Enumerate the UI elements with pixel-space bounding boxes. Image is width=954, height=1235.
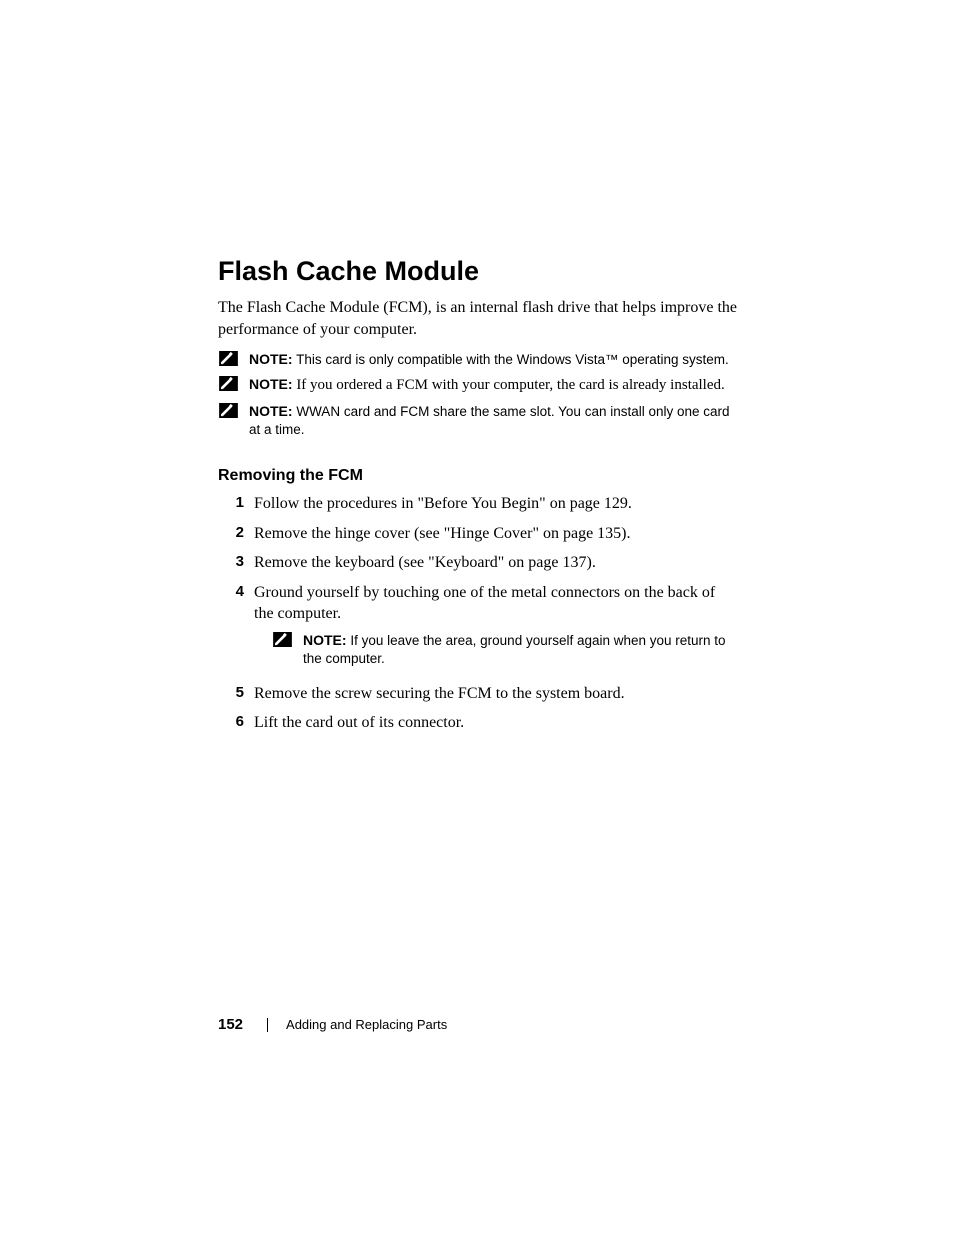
step-5: 5 Remove the screw securing the FCM to t…: [218, 683, 738, 705]
note-label: NOTE:: [249, 351, 293, 367]
step-4-subnote: NOTE: If you leave the area, ground your…: [272, 631, 738, 668]
step-4: 4 Ground yourself by touching one of the…: [218, 582, 738, 675]
step-number: 6: [218, 712, 244, 732]
note-label: NOTE:: [249, 376, 293, 392]
step-text: Remove the screw securing the FCM to the…: [254, 683, 738, 705]
step-number: 1: [218, 493, 244, 513]
pencil-icon: [272, 632, 293, 647]
step-6: 6 Lift the card out of its connector.: [218, 712, 738, 734]
step-1: 1 Follow the procedures in "Before You B…: [218, 493, 738, 515]
step-text: Ground yourself by touching one of the m…: [254, 584, 715, 623]
note-label: NOTE:: [249, 403, 293, 419]
step-number: 2: [218, 523, 244, 543]
step-2: 2 Remove the hinge cover (see "Hinge Cov…: [218, 523, 738, 545]
step-number: 4: [218, 582, 244, 602]
pencil-icon: [218, 351, 239, 366]
step-number: 5: [218, 683, 244, 703]
note-text: This card is only compatible with the Wi…: [296, 352, 729, 367]
step-text: Remove the hinge cover (see "Hinge Cover…: [254, 523, 738, 545]
note-2: NOTE: If you ordered a FCM with your com…: [218, 375, 738, 395]
page-number: 152: [218, 1016, 243, 1033]
step-number: 3: [218, 552, 244, 572]
step-text: Lift the card out of its connector.: [254, 712, 738, 734]
section-heading: Flash Cache Module: [218, 256, 738, 287]
note-text: If you ordered a FCM with your computer,…: [296, 377, 724, 393]
subsection-heading: Removing the FCM: [218, 467, 738, 485]
note-text: WWAN card and FCM share the same slot. Y…: [249, 404, 730, 437]
step-3: 3 Remove the keyboard (see "Keyboard" on…: [218, 552, 738, 574]
step-text: Remove the keyboard (see "Keyboard" on p…: [254, 552, 738, 574]
step-text: Follow the procedures in "Before You Beg…: [254, 493, 738, 515]
note-3: NOTE: WWAN card and FCM share the same s…: [218, 402, 738, 439]
footer-divider: [267, 1018, 268, 1032]
pencil-icon: [218, 376, 239, 391]
note-1: NOTE: This card is only compatible with …: [218, 350, 738, 369]
note-text: If you leave the area, ground yourself a…: [303, 633, 726, 666]
pencil-icon: [218, 403, 239, 418]
page-content: Flash Cache Module The Flash Cache Modul…: [218, 256, 738, 742]
footer-section-title: Adding and Replacing Parts: [286, 1017, 447, 1032]
note-label: NOTE:: [303, 632, 347, 648]
page-footer: 152 Adding and Replacing Parts: [218, 1016, 447, 1033]
intro-paragraph: The Flash Cache Module (FCM), is an inte…: [218, 297, 738, 340]
